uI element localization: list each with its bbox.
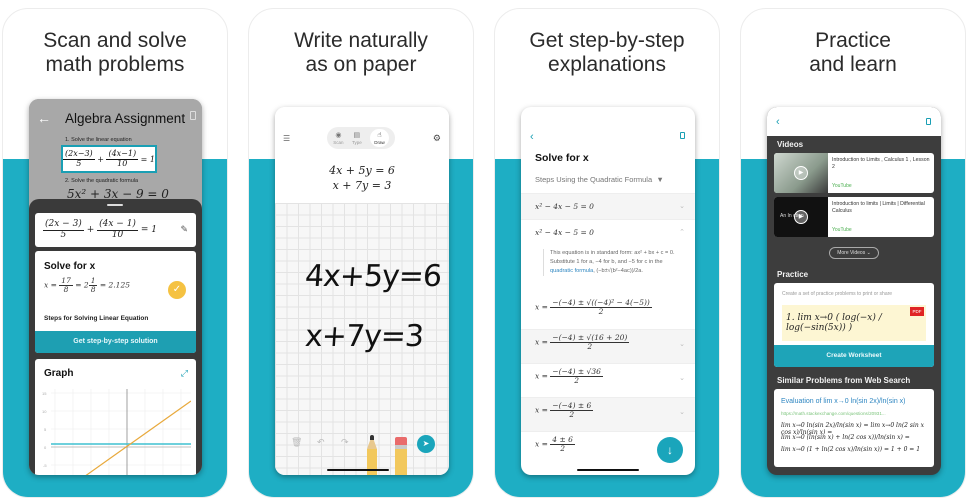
drawing-canvas[interactable]: 4x+5y=6 x+7y=3 🗑 ↶ ↷ ➤ — [275, 203, 449, 475]
card-headline: Write naturally as on paper — [294, 29, 428, 76]
pdf-icon: PDF — [910, 307, 924, 316]
step-row[interactable]: x = −(−4) ± √36 2 ⌄ — [521, 363, 695, 397]
scroll-down-button[interactable]: ↓ — [657, 437, 683, 463]
practice-heading: Practice — [777, 270, 809, 279]
video-thumbnail: An In ction ▶ — [774, 197, 828, 237]
back-chevron-icon[interactable]: ‹ — [530, 131, 534, 143]
draw-header: ☰ ◉ Scan ▤ Type ☝ Draw ⚙ 4x + 5y = 6 x + 7y… — [275, 107, 449, 203]
recognized-equations: 4x + 5y = 6 x + 7y = 3 — [329, 164, 395, 192]
solve-result: x = 17 8 = 218 = 2.125 — [44, 276, 130, 294]
input-mode-switch: ◉ Scan ▤ Type ☝ Draw — [327, 127, 395, 149]
graph-card: Graph ⤢ 15 10 5 0 -5 — [35, 359, 196, 475]
video-item[interactable]: ▶ Introduction to Limits , Calculus 1 , … — [774, 153, 934, 193]
step-row[interactable]: x = −(−4) ± √(16 + 20) 2 ⌄ — [521, 329, 695, 363]
undo-icon[interactable]: ↶ — [317, 437, 325, 448]
trash-icon[interactable]: 🗑 — [291, 437, 302, 448]
back-chevron-icon[interactable]: ‹ — [776, 116, 780, 128]
chevron-down-icon: ⌄ — [679, 409, 685, 416]
submit-button[interactable]: ➤ — [417, 435, 435, 453]
graph-title: Graph — [44, 368, 74, 379]
chevron-up-icon: ⌃ — [679, 229, 685, 236]
check-icon: ✓ — [168, 281, 186, 299]
y-tick: 0 — [44, 445, 47, 450]
dropdown-arrow-icon: ▼ — [656, 175, 664, 184]
nav-bar: ‹ — [767, 107, 941, 136]
chevron-down-icon: ⌄ — [679, 341, 685, 348]
phone-screen-scan: ← Algebra Assignment 1. Solve the linear… — [29, 99, 202, 475]
play-icon: ▶ — [794, 166, 808, 180]
handwritten-line-1: 4x+5y=6 — [303, 259, 443, 294]
recognized-equation[interactable]: (2x − 3) 5 + (4x − 1) 10 = 1 ✎ — [35, 213, 196, 247]
quadratic-formula-link[interactable]: quadratic formula — [550, 268, 593, 274]
gear-icon[interactable]: ⚙ — [433, 133, 441, 144]
play-icon: ▶ — [794, 210, 808, 224]
chevron-down-icon: ⌄ — [679, 375, 685, 382]
video-item[interactable]: An In ction ▶ Introduction to limits | L… — [774, 197, 934, 237]
promo-card-scan: Scan and solve math problems ← Algebra A… — [2, 8, 228, 498]
web-search-heading: Similar Problems from Web Search — [777, 376, 911, 385]
card-headline: Get step-by-step explanations — [529, 29, 685, 76]
practice-card: Create a set of practice problems to pri… — [774, 283, 934, 367]
step-row[interactable]: x² − 4x − 5 = 0 ⌄ — [521, 193, 695, 219]
camera-icon: ◉ — [335, 132, 342, 139]
expand-icon[interactable]: ⤢ — [181, 368, 188, 379]
promo-card-practice: Practice and learn ‹ Videos ▶ Introducti… — [740, 8, 966, 498]
y-tick: 10 — [42, 409, 47, 414]
card-headline: Practice and learn — [809, 29, 897, 76]
web-result-card[interactable]: Evaluation of lim x→0 ln(sin 2x)/ln(sin … — [774, 389, 934, 467]
phone-screen-steps: ‹ Solve for x Steps Using the Quadratic … — [521, 107, 695, 475]
solve-title: Solve for x — [535, 152, 589, 164]
scanned-question-2: 2. Solve the quadratic formula — [65, 178, 139, 184]
step-row[interactable]: x = −(−4) ± √((−4)² − 4(−5)) 2 — [521, 295, 695, 329]
y-tick: 15 — [42, 391, 47, 396]
redo-icon[interactable]: ↷ — [341, 437, 349, 448]
video-thumbnail: ▶ — [774, 153, 828, 193]
graph-plot[interactable]: 15 10 5 0 -5 — [41, 389, 191, 475]
web-result-url[interactable]: https://math.stackexchange.com/questions… — [781, 411, 886, 416]
web-result-title[interactable]: Evaluation of lim x→0 ln(sin 2x)/ln(sin … — [781, 398, 906, 405]
line-linear — [85, 400, 191, 475]
copy-icon[interactable] — [680, 132, 685, 139]
card-headline: Scan and solve math problems — [43, 29, 187, 76]
phone-screen-practice: ‹ Videos ▶ Introduction to Limits , Calc… — [767, 107, 941, 475]
promo-card-steps: Get step-by-step explanations ‹ Solve fo… — [494, 8, 720, 498]
home-indicator — [577, 469, 639, 471]
step-row[interactable]: x = −(−4) ± 62 ⌄ — [521, 397, 695, 431]
phone-screen-draw: ☰ ◉ Scan ▤ Type ☝ Draw ⚙ 4x + 5y = 6 x + 7y… — [275, 107, 449, 475]
scanned-question-1: 1. Solve the linear equation — [65, 137, 132, 143]
videos-heading: Videos — [777, 140, 804, 149]
create-worksheet-button[interactable]: Create Worksheet — [774, 345, 934, 367]
mode-type[interactable]: ▤ Type — [352, 131, 362, 145]
step-explanation: This equation is in standard form: ax² +… — [543, 249, 681, 276]
mode-draw[interactable]: ☝ Draw — [370, 129, 389, 147]
hand-draw-icon: ☝ — [377, 132, 382, 139]
home-indicator — [327, 469, 389, 471]
chevron-down-icon: ⌄ — [679, 203, 685, 210]
mode-scan[interactable]: ◉ Scan — [333, 131, 343, 145]
scanned-title: Algebra Assignment — [65, 111, 186, 126]
edit-pencil-icon[interactable]: ✎ — [180, 225, 188, 235]
copy-icon[interactable] — [926, 118, 931, 125]
sheet-grip-handle[interactable] — [107, 204, 123, 206]
y-tick: -5 — [43, 463, 47, 468]
practice-sample: 1. lim x→0 ( log(−x) / log(−sin(5x)) ) — [782, 305, 926, 341]
solve-title: Solve for x — [44, 261, 96, 272]
more-videos-button[interactable]: More Videos ⌄ — [829, 247, 879, 259]
eraser-tool[interactable] — [395, 437, 407, 475]
promo-card-write: Write naturally as on paper ☰ ◉ Scan ▤ Typ… — [248, 8, 474, 498]
keyboard-icon: ▤ — [353, 132, 361, 139]
steps-label: Steps for Solving Linear Equation — [44, 315, 149, 322]
menu-icon[interactable]: ☰ — [283, 134, 290, 143]
back-arrow-icon[interactable]: ← — [37, 110, 51, 126]
handwritten-line-2: x+7y=3 — [303, 319, 425, 354]
solve-card: Solve for x x = 17 8 = 218 = 2.125 ✓ Step… — [35, 251, 196, 353]
copy-icon[interactable] — [190, 111, 196, 120]
scan-selection-box[interactable]: (2x−3) 5 + (4x−1) 10 = 1 — [61, 145, 157, 173]
step-by-step-button[interactable]: Get step-by-step solution — [35, 331, 196, 353]
method-dropdown[interactable]: Steps Using the Quadratic Formula ▼ — [535, 175, 664, 184]
result-sheet: (2x − 3) 5 + (4x − 1) 10 = 1 ✎ Solve for x… — [29, 199, 202, 475]
y-tick: 5 — [44, 427, 47, 432]
